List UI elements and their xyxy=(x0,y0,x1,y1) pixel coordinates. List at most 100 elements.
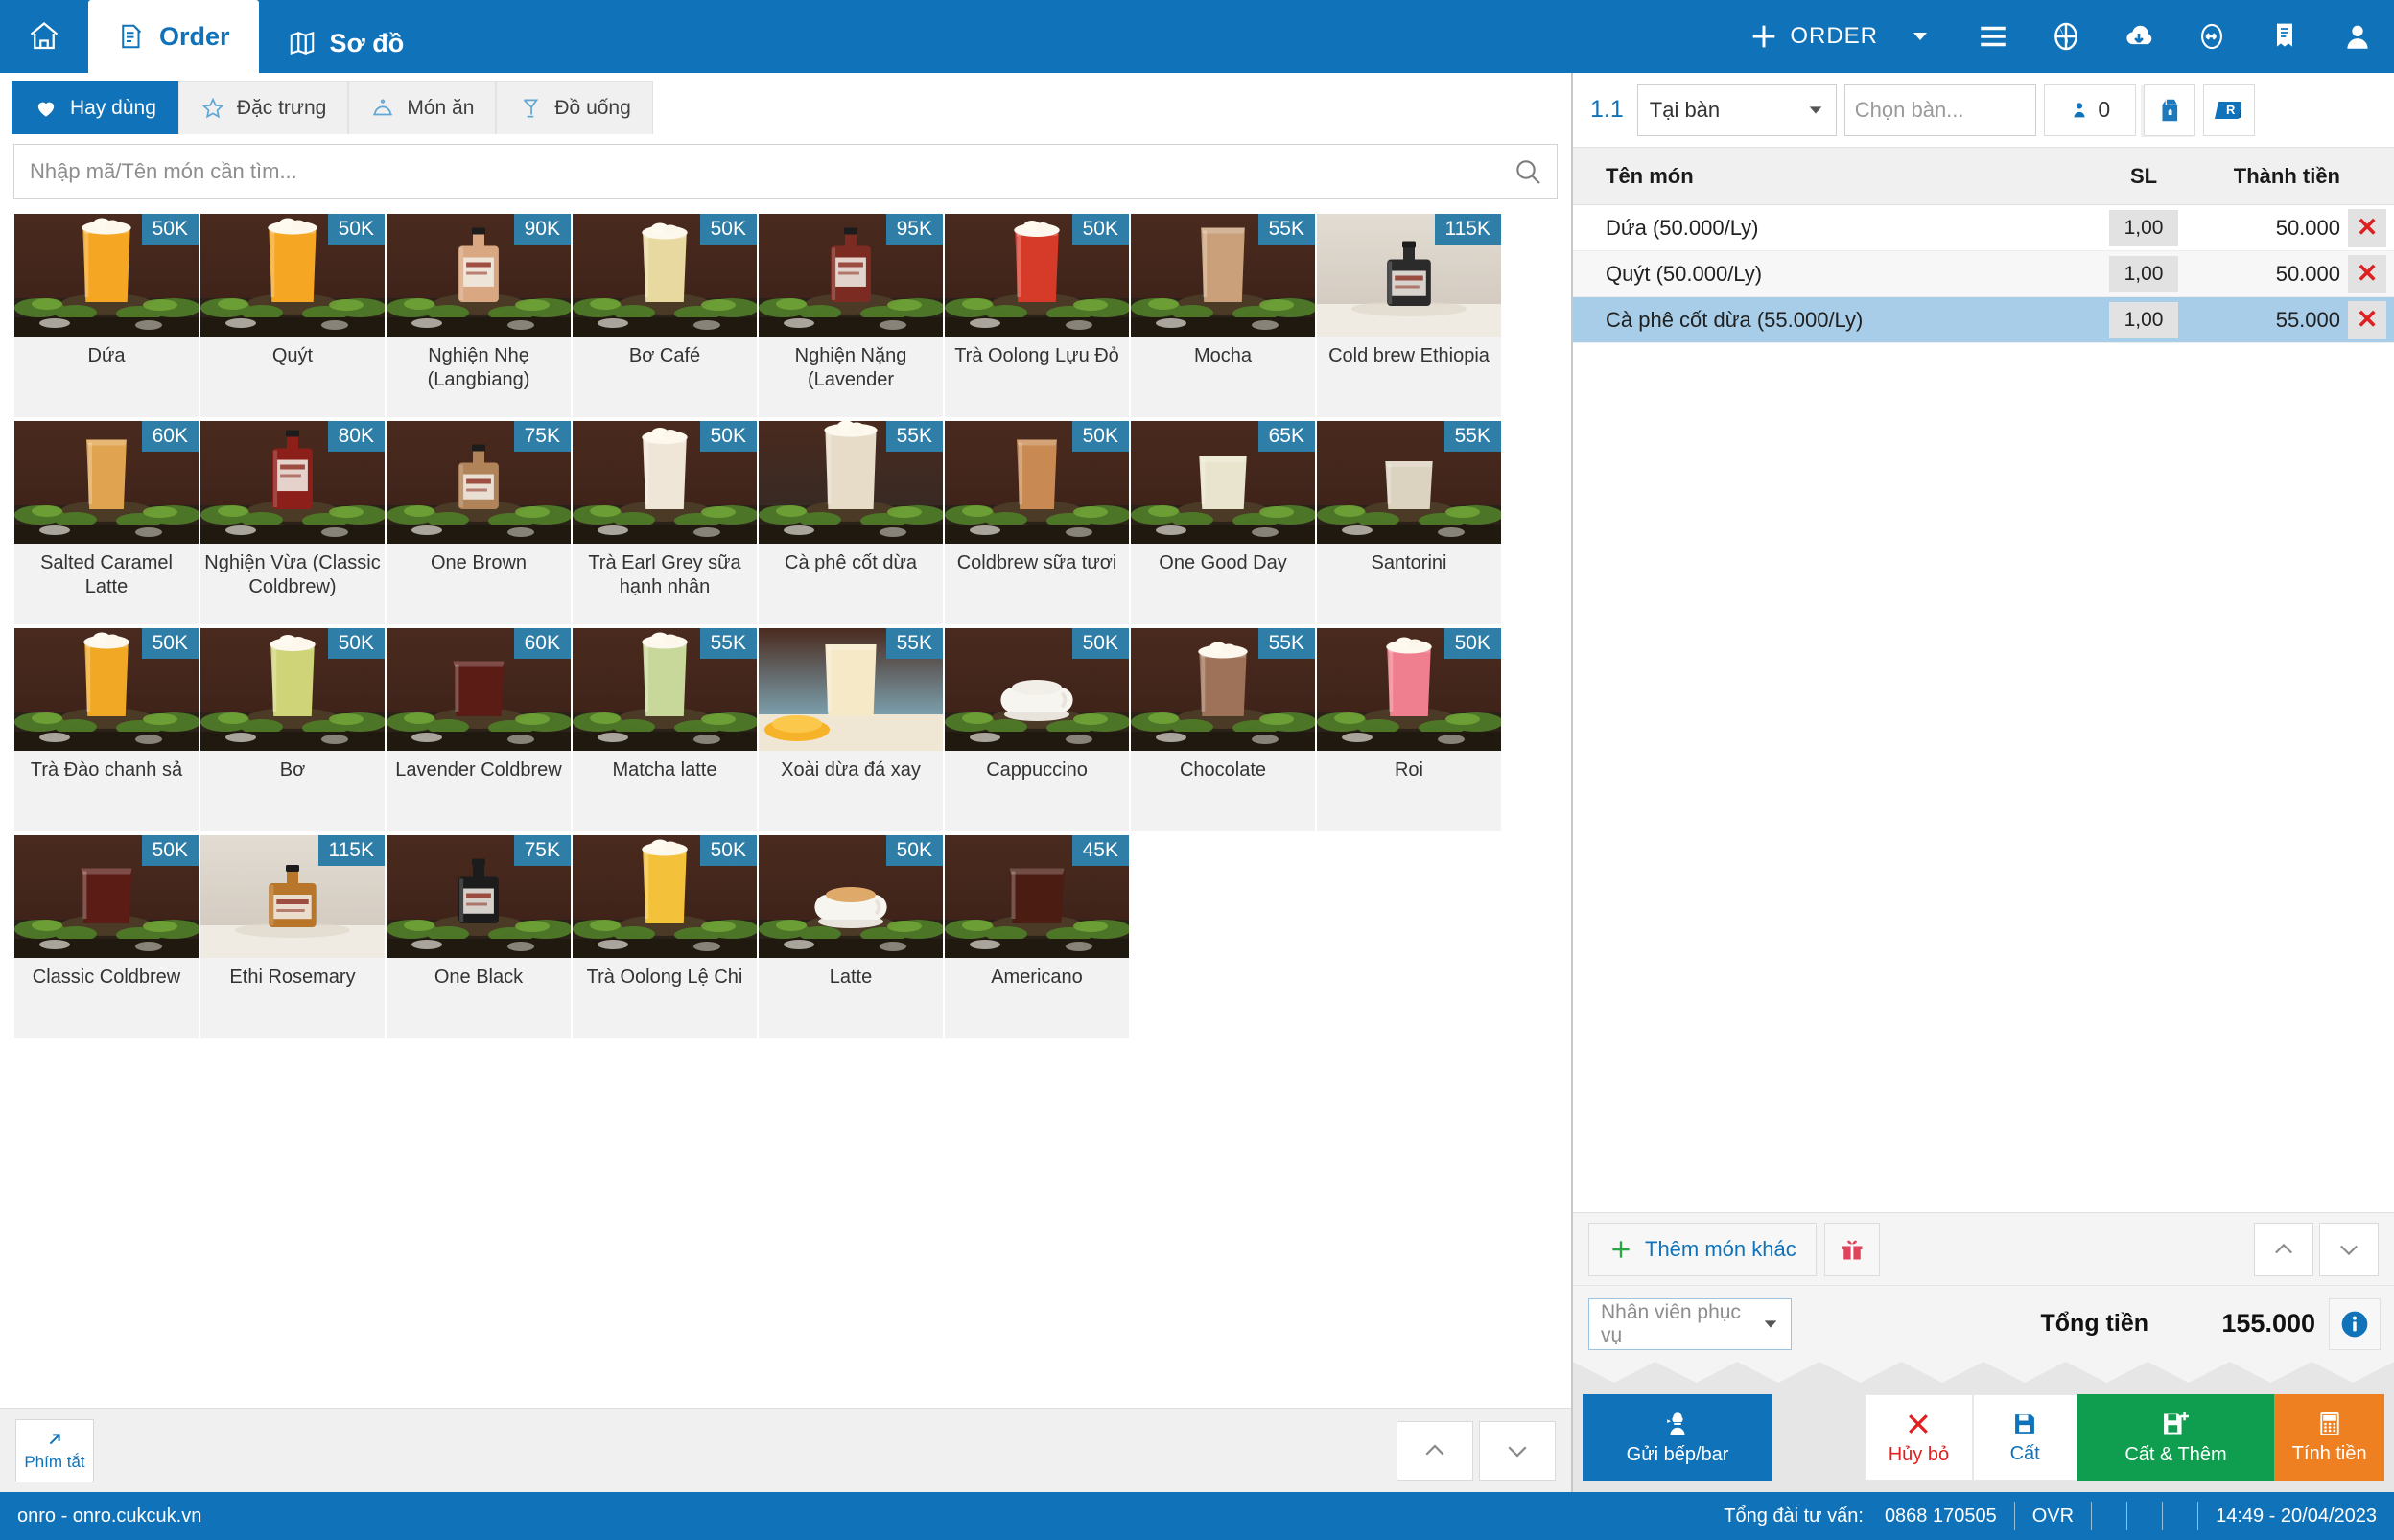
product-card[interactable]: 80K Nghiện Vừa (Classic Coldbrew) xyxy=(200,420,386,625)
sync-button[interactable] xyxy=(2175,0,2248,73)
tab-sodo[interactable]: Sơ đồ xyxy=(259,13,434,73)
product-card[interactable]: 50K Bơ xyxy=(200,627,386,832)
product-price-badge: 75K xyxy=(513,421,571,452)
remove-item-button[interactable]: ✕ xyxy=(2348,300,2386,339)
remove-item-button[interactable]: ✕ xyxy=(2348,254,2386,293)
category-tabs: Hay dùng Đặc trưng Món ăn Đồ uống xyxy=(0,73,1571,134)
product-name: Lavender Coldbrew xyxy=(395,759,562,781)
tab-order[interactable]: Order xyxy=(88,0,259,73)
product-card[interactable]: 50K Trà Oolong Lệ Chi xyxy=(572,834,758,1039)
menu-scroll-down-button[interactable] xyxy=(1479,1420,1556,1481)
search-button[interactable] xyxy=(1499,145,1557,198)
product-card[interactable]: 75K One Brown xyxy=(386,420,572,625)
menu-scroll-controls xyxy=(1396,1420,1556,1481)
product-card[interactable]: 50K Classic Coldbrew xyxy=(13,834,200,1039)
product-card[interactable]: 50K Dứa xyxy=(13,213,200,418)
product-card[interactable]: 55K Cà phê cốt dừa xyxy=(758,420,944,625)
order-scroll-up-button[interactable] xyxy=(2254,1222,2313,1276)
receipt-button[interactable] xyxy=(2248,0,2321,73)
cancel-order-button[interactable]: Hủy bỏ xyxy=(1865,1394,1973,1481)
product-card[interactable]: 115K Ethi Rosemary xyxy=(200,834,386,1039)
order-header: 1.1 Tại bàn Chọn bàn... 0 R xyxy=(1573,73,2394,148)
product-card[interactable]: 115K Cold brew Ethiopia xyxy=(1316,213,1502,418)
product-price-badge: 50K xyxy=(1071,421,1129,452)
product-card[interactable]: 50K Trà Đào chanh sả xyxy=(13,627,200,832)
product-thumbnail: 50K xyxy=(200,214,385,337)
person-icon xyxy=(2069,100,2090,121)
order-row[interactable]: Quýt (50.000/Ly) 1,00 50.000 ✕ xyxy=(1573,251,2394,297)
product-card[interactable]: 55K Chocolate xyxy=(1130,627,1316,832)
product-card[interactable]: 50K Quýt xyxy=(200,213,386,418)
product-price-badge: 95K xyxy=(885,214,943,245)
product-card[interactable]: 50K Coldbrew sữa tươi xyxy=(944,420,1130,625)
chevron-up-icon xyxy=(2270,1236,2297,1263)
product-card[interactable]: 50K Latte xyxy=(758,834,944,1039)
product-card[interactable]: 95K Nghiện Nặng (Lavender xyxy=(758,213,944,418)
product-price-badge: 50K xyxy=(1071,214,1129,245)
quantity-stepper[interactable]: 1,00 xyxy=(2108,255,2179,292)
add-other-item-button[interactable]: Thêm món khác xyxy=(1588,1222,1817,1276)
category-tab-dactrung[interactable]: Đặc trưng xyxy=(177,81,349,134)
product-card[interactable]: 60K Salted Caramel Latte xyxy=(13,420,200,625)
save-order-button[interactable]: Cất xyxy=(1972,1394,2077,1481)
save-and-add-button[interactable]: Cất & Thêm xyxy=(2077,1394,2275,1481)
shortcut-button[interactable]: Phím tắt xyxy=(15,1418,94,1482)
product-card[interactable]: 45K Americano xyxy=(944,834,1130,1039)
info-button[interactable] xyxy=(2329,1297,2381,1350)
product-card[interactable]: 50K Trà Earl Grey sữa hạnh nhân xyxy=(572,420,758,625)
order-type-select[interactable]: Tại bàn xyxy=(1636,83,1837,136)
quantity-stepper[interactable]: 1,00 xyxy=(2108,301,2179,338)
order-add-bar: Thêm món khác xyxy=(1573,1212,2394,1285)
plus-icon xyxy=(1608,1237,1633,1262)
product-card[interactable]: 55K Mocha xyxy=(1130,213,1316,418)
cancel-order-label: Hủy bỏ xyxy=(1888,1443,1950,1465)
order-type-dropdown[interactable] xyxy=(1884,0,1957,73)
product-price-badge: 90K xyxy=(513,214,571,245)
order-row[interactable]: Dứa (50.000/Ly) 1,00 50.000 ✕ xyxy=(1573,205,2394,251)
menu-scroll-up-button[interactable] xyxy=(1396,1420,1473,1481)
menu-panel: Hay dùng Đặc trưng Món ăn Đồ uống Nhập m… xyxy=(0,73,1573,1492)
menu-button[interactable] xyxy=(1957,0,2030,73)
home-button[interactable] xyxy=(0,0,88,73)
mode-label: OVR xyxy=(2031,1505,2075,1527)
category-tab-monan[interactable]: Món ăn xyxy=(348,81,497,134)
download-button[interactable] xyxy=(2102,0,2175,73)
guest-count-button[interactable]: 0 xyxy=(2043,83,2136,136)
category-tab-douong[interactable]: Đồ uống xyxy=(496,81,653,134)
remove-item-button[interactable]: ✕ xyxy=(2348,208,2386,247)
product-card[interactable]: 55K Xoài dừa đá xay xyxy=(758,627,944,832)
product-card[interactable]: 50K Trà Oolong Lựu Đỏ xyxy=(944,213,1130,418)
product-card[interactable]: 50K Roi xyxy=(1316,627,1502,832)
product-card[interactable]: 90K Nghiện Nhẹ (Langbiang) xyxy=(386,213,572,418)
status-bar: onro - onro.cukcuk.vn Tổng đài tư vấn: 0… xyxy=(0,1492,2394,1540)
map-icon xyxy=(288,29,317,58)
checkout-button[interactable]: Tính tiền xyxy=(2274,1394,2384,1481)
staff-select[interactable]: Nhân viên phục vụ xyxy=(1588,1297,1792,1350)
product-card[interactable]: 50K Bơ Café xyxy=(572,213,758,418)
order-scroll-down-button[interactable] xyxy=(2319,1222,2379,1276)
user-account-button[interactable] xyxy=(2321,0,2394,73)
order-item-qty-cell: 1,00 xyxy=(2091,255,2196,292)
product-card[interactable]: 60K Lavender Coldbrew xyxy=(386,627,572,832)
category-tab-haydung[interactable]: Hay dùng xyxy=(12,81,178,134)
language-button[interactable] xyxy=(2030,0,2102,73)
product-thumbnail: 55K xyxy=(759,628,943,751)
new-order-label: ORDER xyxy=(1790,23,1878,49)
product-card[interactable]: 75K One Black xyxy=(386,834,572,1039)
send-to-kitchen-button[interactable]: Gửi bếp/bar xyxy=(1583,1394,1773,1481)
takeaway-button[interactable] xyxy=(2143,83,2195,136)
r-badge-button[interactable]: R xyxy=(2202,83,2255,136)
product-card[interactable]: 65K One Good Day xyxy=(1130,420,1316,625)
quantity-stepper[interactable]: 1,00 xyxy=(2108,209,2179,246)
product-price-badge: 55K xyxy=(885,628,943,659)
search-input[interactable] xyxy=(14,145,1499,198)
product-card[interactable]: 55K Matcha latte xyxy=(572,627,758,832)
product-card[interactable]: 50K Cappuccino xyxy=(944,627,1130,832)
order-row[interactable]: Cà phê cốt dừa (55.000/Ly) 1,00 55.000 ✕ xyxy=(1573,297,2394,343)
product-price-badge: 50K xyxy=(699,421,757,452)
gift-button[interactable] xyxy=(1823,1222,1880,1276)
new-order-button[interactable]: ORDER xyxy=(1734,20,1884,53)
product-card[interactable]: 55K Santorini xyxy=(1316,420,1502,625)
product-thumbnail: 80K xyxy=(200,421,385,544)
hotline-label: Tổng đài tư vấn: xyxy=(1724,1505,1864,1527)
